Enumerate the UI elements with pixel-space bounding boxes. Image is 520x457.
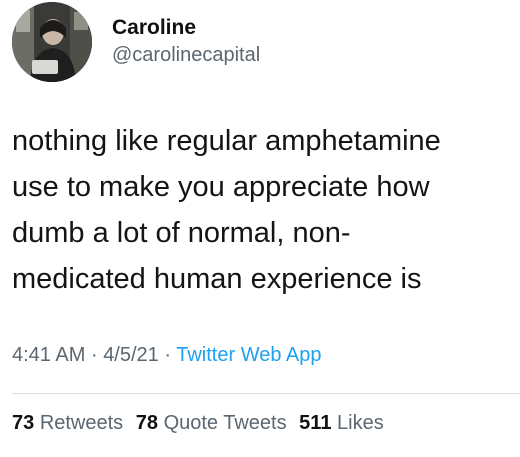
tweet-text-line: use to make you appreciate how (12, 171, 430, 203)
likes-label: Likes (337, 412, 384, 434)
avatar[interactable] (12, 2, 92, 82)
tweet-text-line: medicated human experience is (12, 263, 422, 295)
author-name[interactable]: Caroline (112, 16, 196, 40)
avatar-photo (12, 2, 92, 82)
quote-tweets-count: 78 (135, 412, 158, 434)
quote-tweets-stat[interactable]: 78 Quote Tweets (136, 412, 292, 434)
quote-tweets-label: Quote Tweets (163, 412, 287, 434)
likes-count: 511 (299, 412, 332, 434)
tweet-date[interactable]: 4/5/21 (103, 344, 159, 366)
tweet-meta: 4:41 AM · 4/5/21 · Twitter Web App (12, 344, 322, 367)
tweet-source[interactable]: Twitter Web App (176, 344, 321, 366)
tweet-time[interactable]: 4:41 AM (12, 344, 85, 366)
author-handle[interactable]: @carolinecapital (112, 44, 260, 67)
retweets-stat[interactable]: 73 Retweets (12, 412, 129, 434)
meta-separator: · (164, 344, 172, 366)
retweets-count: 73 (12, 412, 35, 434)
meta-separator: · (90, 344, 98, 366)
tweet-text-line: dumb a lot of normal, non- (12, 217, 351, 249)
tweet-text-line: nothing like regular amphetamine (12, 125, 441, 157)
likes-stat[interactable]: 511 Likes (299, 412, 384, 434)
divider (12, 393, 520, 394)
retweets-label: Retweets (39, 412, 124, 434)
tweet-card: Caroline @carolinecapital nothing like r… (0, 0, 520, 457)
tweet-text: nothing like regular amphetamine use to … (12, 118, 512, 302)
engagement-stats: 73 Retweets 78 Quote Tweets 511 Likes (12, 412, 391, 435)
